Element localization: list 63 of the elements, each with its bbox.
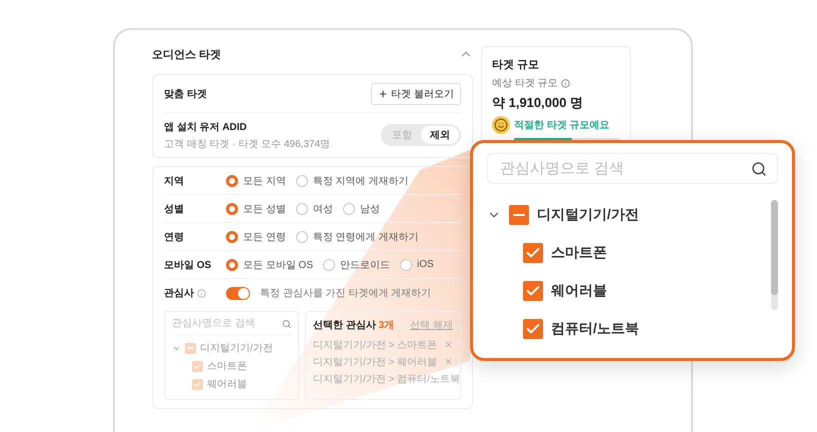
section-title: 오디언스 타겟 xyxy=(152,48,222,62)
toggle-label: 특정 관심사를 가진 타겟에게 게재하기 xyxy=(260,287,432,300)
scrollbar[interactable] xyxy=(771,200,778,310)
option-label: 성별 xyxy=(164,202,185,216)
radio-option[interactable]: iOS xyxy=(400,258,434,270)
remove-icon[interactable] xyxy=(444,340,453,349)
checkbox[interactable] xyxy=(523,319,543,339)
radio-option[interactable]: 모든 지역 xyxy=(226,174,286,188)
radio-option[interactable]: 특정 지역에 게재하기 xyxy=(296,174,408,188)
remove-icon[interactable] xyxy=(444,357,453,366)
selected-item: 디지털기기/가전 > 스마트폰 xyxy=(313,338,438,352)
radio-icon[interactable] xyxy=(296,202,308,214)
estimate-label: 예상 타겟 규모 xyxy=(492,77,558,90)
radio-icon[interactable] xyxy=(226,258,238,270)
card-title: 타겟 규모 xyxy=(492,58,540,72)
minus-icon xyxy=(513,214,525,216)
plus-icon xyxy=(378,88,388,98)
search-field[interactable]: 관심사명으로 검색 xyxy=(172,318,291,335)
radio-icon[interactable] xyxy=(296,174,308,186)
checkbox[interactable] xyxy=(192,360,203,372)
tree-item[interactable]: 웨어러블 xyxy=(551,282,607,300)
info-icon[interactable] xyxy=(197,288,206,298)
option-label: 지역 xyxy=(164,174,185,188)
toggle-switch[interactable] xyxy=(226,286,250,300)
tree-item[interactable]: 컴퓨터/노트북 xyxy=(551,320,639,338)
radio-icon[interactable] xyxy=(226,230,238,242)
radio-option[interactable]: 모든 연령 xyxy=(226,230,286,244)
minus-icon xyxy=(187,346,194,350)
option-label: 모바일 OS xyxy=(164,258,212,272)
info-icon[interactable] xyxy=(560,78,570,88)
search-icon[interactable] xyxy=(751,160,767,176)
card-title: 맞춤 타겟 xyxy=(164,88,207,100)
radio-icon[interactable] xyxy=(296,230,308,242)
radio-option[interactable]: 특정 연령에게 게재하기 xyxy=(296,230,418,244)
segment-option[interactable]: 제외 xyxy=(421,126,459,144)
estimate-value: 약 1,910,000 명 xyxy=(492,94,584,112)
radio-icon[interactable] xyxy=(342,202,355,214)
load-target-button[interactable]: 타겟 불러오기 xyxy=(371,82,461,104)
radio-option[interactable]: 모든 성별 xyxy=(226,202,286,216)
radio-icon[interactable] xyxy=(226,202,238,214)
option-label: 관심사 xyxy=(164,287,194,300)
verdict-text: 적절한 타겟 규모예요 xyxy=(514,119,610,132)
checkbox[interactable] xyxy=(185,342,196,354)
smile-icon xyxy=(492,116,510,134)
radio-option[interactable]: 남성 xyxy=(342,202,380,216)
checkbox[interactable] xyxy=(523,243,543,263)
radio-icon[interactable] xyxy=(323,258,336,270)
radio-option[interactable]: 여성 xyxy=(296,202,333,216)
tree-item[interactable]: 디지털기기/가전 xyxy=(537,206,639,224)
target-meta: 고객 매칭 타겟 · 타겟 모수 496,374명 xyxy=(164,138,330,150)
option-label: 연령 xyxy=(164,230,185,244)
radio-icon[interactable] xyxy=(226,174,238,186)
target-name: 앱 설치 유저 ADID xyxy=(164,120,248,134)
search-field[interactable]: 관심사명으로 검색 xyxy=(487,153,778,184)
checkbox[interactable] xyxy=(523,281,543,301)
panel-title: 선택한 관심사 3개 xyxy=(313,319,394,332)
radio-option[interactable]: 안드로이드 xyxy=(323,258,390,272)
checkbox[interactable] xyxy=(192,378,203,390)
selected-item: 디지털기기/가전 > 웨어러블 xyxy=(313,356,438,368)
radio-option[interactable]: 모든 모바일 OS xyxy=(226,258,314,272)
checkbox[interactable] xyxy=(509,205,529,225)
selected-item: 디지털기기/가전 > 컴퓨터/노트북 xyxy=(313,372,460,386)
tree-item[interactable]: 스마트폰 xyxy=(551,244,607,262)
